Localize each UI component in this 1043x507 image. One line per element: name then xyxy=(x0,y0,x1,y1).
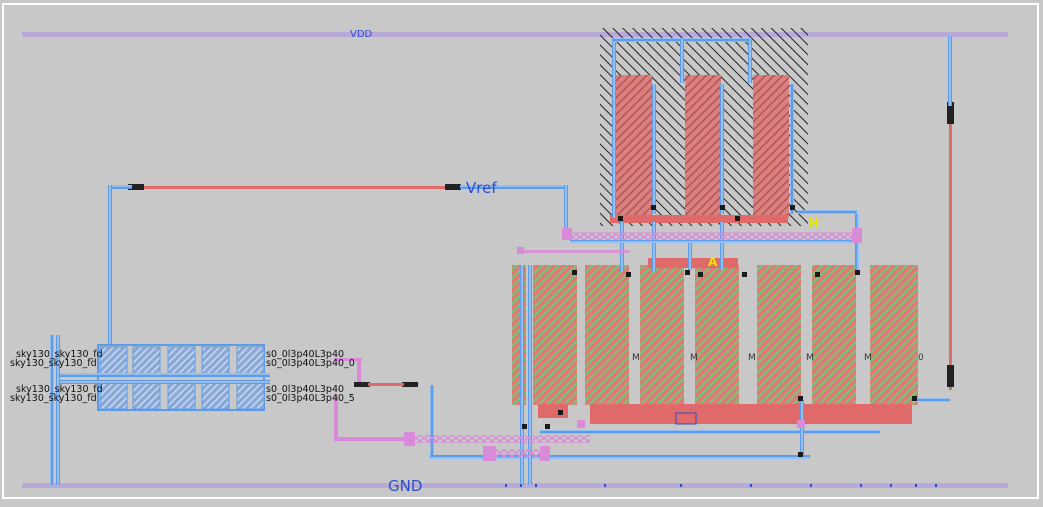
vdd-label: VDD xyxy=(350,29,373,40)
device-label-m2: M xyxy=(690,353,698,363)
mid-red-wire[interactable] xyxy=(368,383,404,386)
vref-label: Vref xyxy=(466,179,497,197)
device-label-m3: M xyxy=(748,353,756,363)
mid-pin-right[interactable] xyxy=(402,382,418,387)
resistor-block[interactable] xyxy=(600,28,808,226)
mid-pin-left[interactable] xyxy=(354,382,370,387)
h-marker: H xyxy=(809,216,820,230)
layout-canvas[interactable]: VDD GND Vref H A M M M M M 0 sky130_sky1… xyxy=(0,0,1043,503)
device-label-m5: M xyxy=(864,353,872,363)
cell-label-row2-right-b: s0_0l3p40L3p40_5 xyxy=(266,393,355,404)
device-label-zero: 0 xyxy=(918,353,924,363)
gnd-label: GND xyxy=(388,477,423,495)
vref-pin-right[interactable] xyxy=(445,184,461,190)
device-label-m1: M xyxy=(632,353,640,363)
device-label-m4: M xyxy=(806,353,814,363)
cell-label-row1-right-b: s0_0l3p40L3p40_0 xyxy=(266,358,355,369)
transistor-array[interactable] xyxy=(512,258,918,424)
right-red-wire[interactable] xyxy=(949,110,952,390)
a-marker: A xyxy=(708,255,718,269)
layout-view[interactable] xyxy=(0,0,1043,503)
cell-label-row1-left-b: sky130_sky130_fd xyxy=(10,358,97,369)
cell-label-row2-left-b: sky130_sky130_fd xyxy=(10,393,97,404)
vdd-rail[interactable] xyxy=(22,32,1008,37)
right-pin-bottom[interactable] xyxy=(947,365,954,387)
vref-wire[interactable] xyxy=(130,186,460,189)
